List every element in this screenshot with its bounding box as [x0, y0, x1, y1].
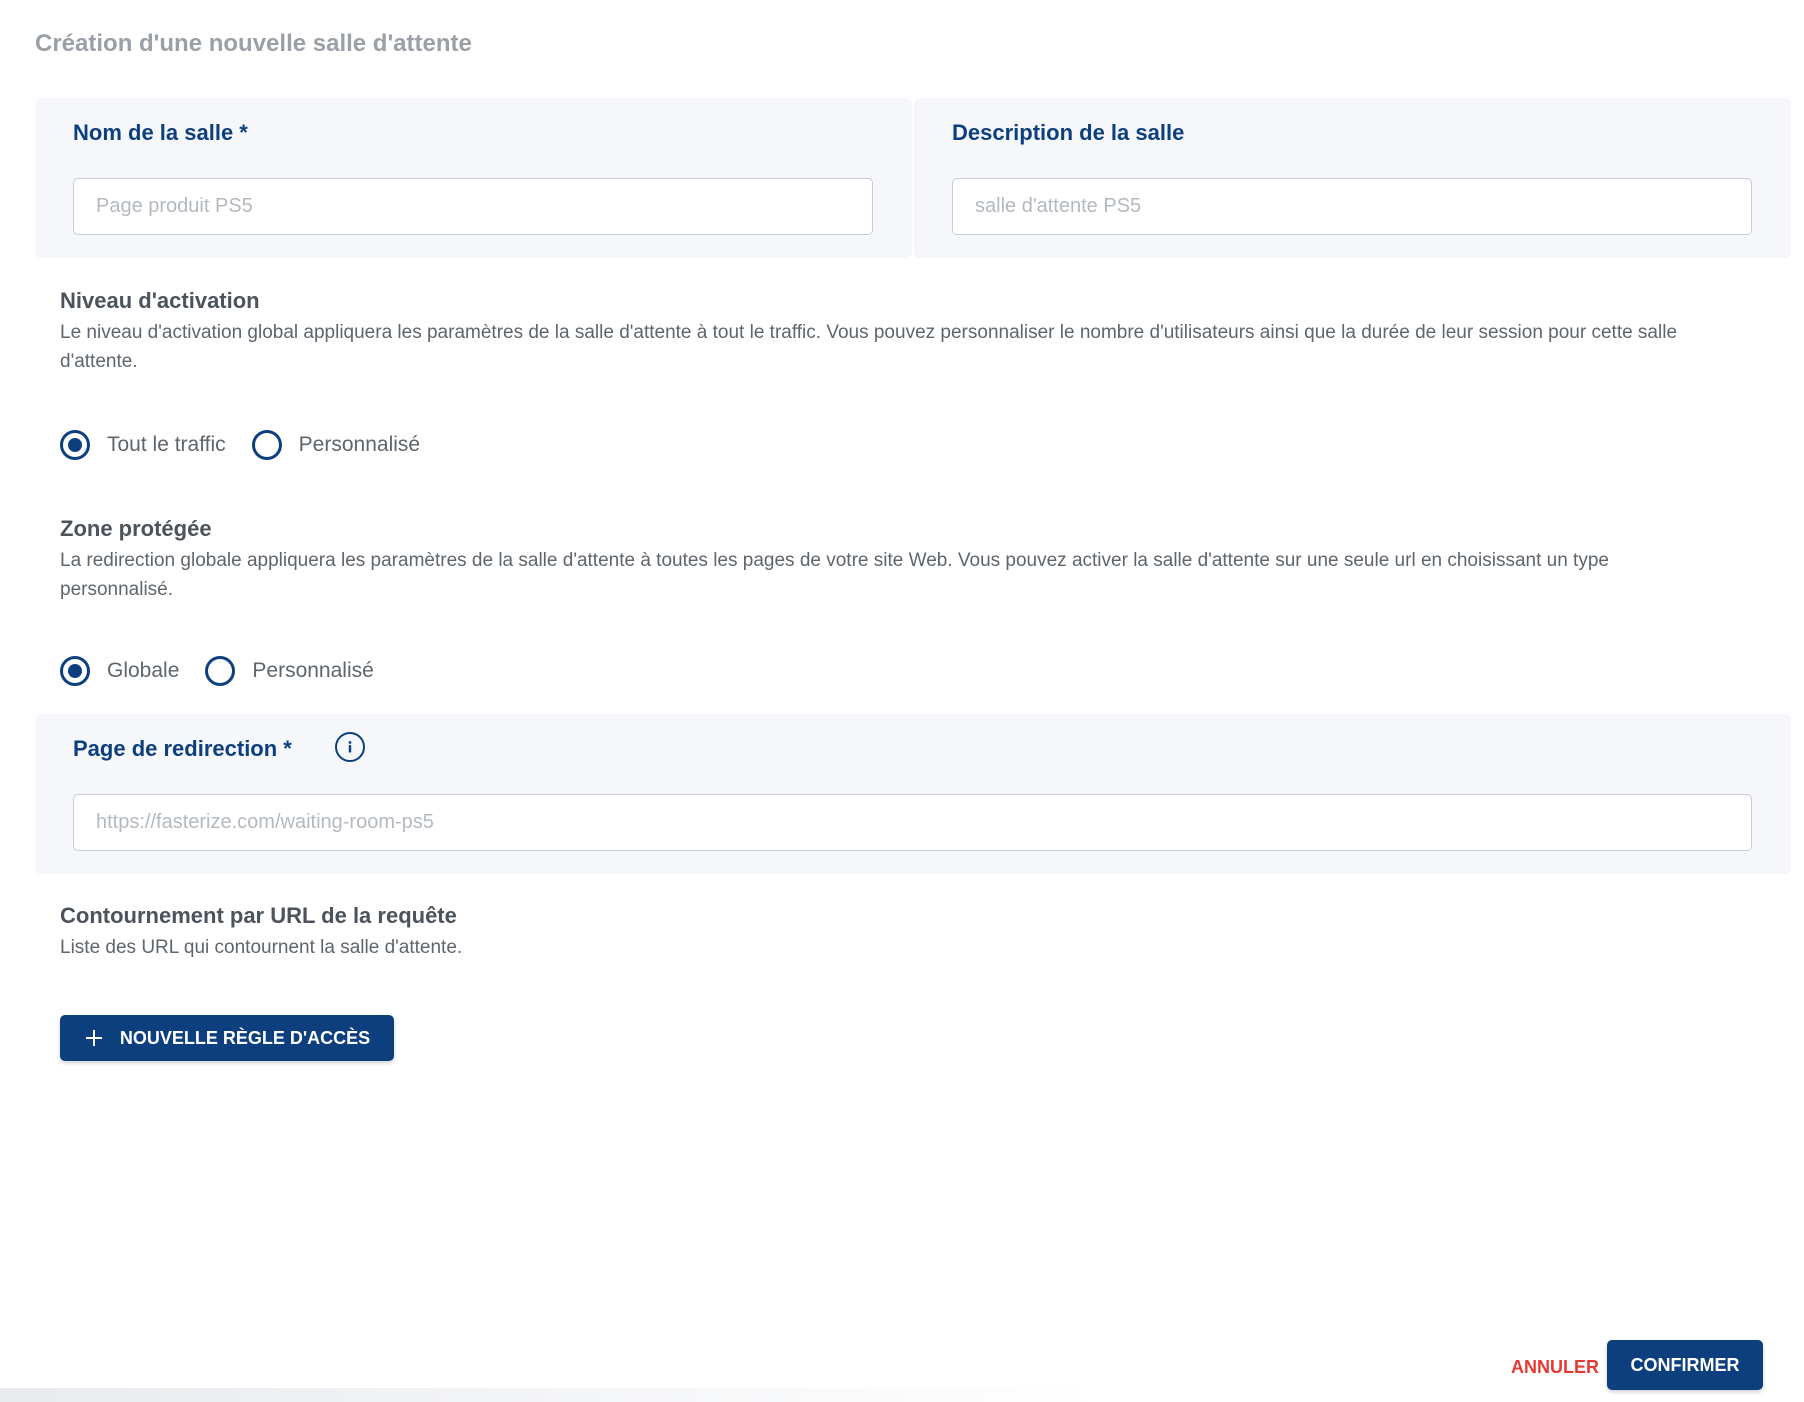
radio-custom-activation[interactable]: Personnalisé — [251, 430, 421, 460]
protected-zone-description: La redirection globale appliquera les pa… — [60, 550, 1609, 600]
room-description-label: Description de la salle — [952, 120, 1185, 145]
radio-unchecked-icon — [205, 656, 236, 686]
info-icon[interactable] — [335, 732, 365, 762]
required-asterisk: * — [283, 736, 292, 761]
radio-label: Globale — [107, 659, 180, 682]
activation-level-radio-group: Tout le traffic Personnalisé — [60, 430, 446, 460]
radio-label: Personnalisé — [298, 433, 421, 456]
add-access-rule-label: NOUVELLE RÈGLE D'ACCÈS — [119, 1027, 371, 1048]
plus-icon — [85, 1030, 102, 1046]
radio-global[interactable]: Globale — [60, 656, 179, 686]
radio-checked-icon — [60, 430, 90, 460]
bypass-title: Contournement par URL de la requête — [60, 903, 457, 928]
room-name-label: Nom de la salle * — [73, 120, 248, 145]
required-asterisk: * — [239, 120, 248, 145]
radio-unchecked-icon — [251, 430, 282, 460]
radio-custom-zone[interactable]: Personnalisé — [205, 656, 374, 686]
radio-checked-icon — [60, 656, 90, 686]
bottom-shadow — [0, 1388, 1100, 1402]
add-access-rule-button[interactable]: NOUVELLE RÈGLE D'ACCÈS — [60, 1015, 394, 1061]
protected-zone-title: Zone protégée — [60, 516, 212, 541]
radio-label: Personnalisé — [252, 659, 374, 682]
redirect-page-input[interactable] — [73, 794, 1752, 851]
activation-level-description: Le niveau d'activation global appliquera… — [60, 322, 1678, 372]
activation-level-title: Niveau d'activation — [60, 288, 260, 313]
room-description-panel: Description de la salle — [914, 98, 1791, 258]
room-description-input[interactable] — [952, 178, 1752, 235]
radio-all-traffic[interactable]: Tout le traffic — [60, 430, 226, 460]
bypass-description: Liste des URL qui contournent la salle d… — [60, 937, 463, 958]
redirect-page-label: Page de redirection * — [73, 736, 292, 761]
radio-label: Tout le traffic — [107, 433, 226, 456]
redirect-page-panel: Page de redirection * — [35, 714, 1791, 874]
room-name-input[interactable] — [73, 178, 873, 235]
confirm-button[interactable]: CONFIRMER — [1607, 1340, 1763, 1390]
room-name-panel: Nom de la salle * — [35, 98, 912, 258]
cancel-button[interactable]: ANNULER — [1500, 1352, 1610, 1382]
protected-zone-radio-group: Globale Personnalisé — [60, 656, 400, 686]
create-waiting-room-form: Création d'une nouvelle salle d'attente … — [0, 0, 1804, 1402]
page-title: Création d'une nouvelle salle d'attente — [35, 30, 472, 57]
